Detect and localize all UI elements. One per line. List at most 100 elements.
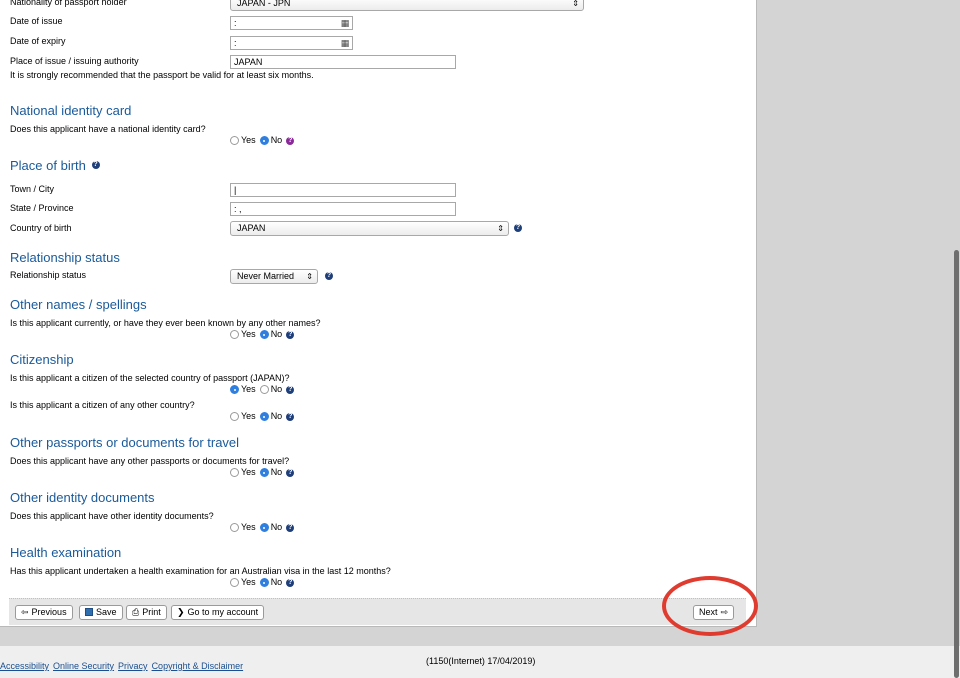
no-label: No [270,135,283,145]
footer-link-accessibility[interactable]: Accessibility [0,661,49,671]
select-arrows-icon: ⇕ [497,224,504,233]
nationality-label: Nationality of passport holder [10,0,127,7]
other-passports-heading: Other passports or documents for travel [10,435,240,450]
national-id-heading: National identity card [10,103,132,118]
no-label: No [270,411,283,421]
help-icon[interactable]: ? [286,330,295,339]
other-names-heading: Other names / spellings [10,297,147,312]
print-button[interactable]: ⎙ Print [126,605,167,620]
no-label: No [270,577,283,587]
help-icon[interactable]: ? [325,272,333,280]
state-label: State / Province [10,203,74,213]
citizenship-2-radio-group: Yes No ? [230,411,295,422]
previous-label: Previous [31,607,67,617]
relationship-label: Relationship status [10,270,87,280]
chevron-right-icon: ❯ [177,607,185,617]
citizenship-question-2: Is this applicant a citizen of any other… [10,400,195,410]
relationship-select[interactable]: Never Married ⇕ [230,269,318,284]
country-of-birth-select[interactable]: JAPAN ⇕ [230,221,509,236]
highlight-circle [662,576,758,636]
health-question: Has this applicant undertaken a health e… [10,566,391,576]
town-label: Town / City [10,184,55,194]
previous-button[interactable]: ⇦ Previous [15,605,73,620]
other-identity-radio-group: Yes No ? [230,522,295,533]
citizenship-2-yes-radio[interactable] [230,412,239,421]
account-label: Go to my account [187,607,259,617]
place-of-issue-value: JAPAN [234,57,263,67]
state-value: : , [234,204,242,214]
help-icon[interactable]: ? [286,136,295,145]
no-label: No [270,467,283,477]
no-label: No [270,329,283,339]
date-of-expiry-label: Date of expiry [10,36,66,46]
citizenship-1-yes-radio[interactable] [230,385,239,394]
date-of-expiry-value: : [234,38,237,48]
town-field[interactable]: | [230,183,456,197]
citizenship-1-radio-group: Yes No ? [230,384,295,395]
nationality-select[interactable]: JAPAN - JPN ⇕ [230,0,584,11]
print-label: Print [142,607,161,617]
yes-label: Yes [241,329,256,339]
other-identity-question: Does this applicant have other identity … [10,511,214,521]
footer-link-online-security[interactable]: Online Security [53,661,114,671]
place-of-issue-field[interactable]: JAPAN [230,55,456,69]
printer-icon: ⎙ [132,607,140,617]
citizenship-question-1: Is this applicant a citizen of the selec… [10,373,290,383]
national-id-question: Does this applicant have a national iden… [10,124,206,134]
date-of-issue-value: : [234,18,237,28]
go-to-account-button[interactable]: ❯ Go to my account [171,605,265,620]
save-button[interactable]: Save [79,605,123,620]
other-passports-no-radio[interactable] [259,468,269,477]
yes-label: Yes [241,522,256,532]
yes-label: Yes [241,411,256,421]
yes-label: Yes [241,467,256,477]
date-of-issue-field[interactable]: : ▦ [230,16,353,30]
form-toolbar: ⇦ Previous Save ⎙ Print ❯ Go to my account … [9,598,746,625]
other-names-question: Is this applicant currently, or have the… [10,318,321,328]
help-icon[interactable]: ? [286,412,295,421]
other-names-no-radio[interactable] [259,330,269,339]
help-icon[interactable]: ? [91,161,100,169]
place-of-issue-label: Place of issue / issuing authority [10,56,139,66]
help-icon[interactable]: ? [286,578,295,587]
help-icon[interactable]: ? [286,523,295,532]
scrollbar-thumb[interactable] [954,250,959,678]
national-id-yes-radio[interactable] [230,136,239,145]
date-of-expiry-field[interactable]: : ▦ [230,36,353,50]
help-icon[interactable]: ? [286,468,295,477]
citizenship-2-no-radio[interactable] [259,412,269,421]
yes-label: Yes [241,135,256,145]
other-identity-no-radio[interactable] [259,523,269,532]
other-passports-radio-group: Yes No ? [230,467,295,478]
no-label: No [270,522,283,532]
other-identity-heading: Other identity documents [10,490,155,505]
national-id-no-radio[interactable] [259,136,269,145]
state-field[interactable]: : , [230,202,456,216]
citizenship-heading: Citizenship [10,352,74,367]
other-identity-yes-radio[interactable] [230,523,239,532]
floppy-disk-icon [85,608,93,616]
other-names-yes-radio[interactable] [230,330,239,339]
build-info: (1150(Internet) 17/04/2019) [426,656,536,666]
other-passports-question: Does this applicant have any other passp… [10,456,290,466]
other-passports-yes-radio[interactable] [230,468,239,477]
health-yes-radio[interactable] [230,578,239,587]
footer-link-privacy[interactable]: Privacy [118,661,148,671]
calendar-icon[interactable]: ▦ [340,38,350,48]
health-no-radio[interactable] [259,578,269,587]
footer-links: Accessibility Online Security Privacy Copyr… [0,656,247,674]
health-heading: Health examination [10,545,122,560]
save-label: Save [96,607,117,617]
other-names-radio-group: Yes No ? [230,329,295,340]
yes-label: Yes [241,384,256,394]
help-icon[interactable]: ? [286,385,295,394]
country-of-birth-value: JAPAN [237,223,266,233]
passport-validity-note: It is strongly recommended that the pass… [10,70,314,80]
select-arrows-icon: ⇕ [306,272,313,281]
help-icon[interactable]: ? [514,224,522,232]
calendar-icon[interactable]: ▦ [340,18,350,28]
footer-link-copyright[interactable]: Copyright & Disclaimer [152,661,244,671]
citizenship-1-no-radio[interactable] [259,385,269,394]
health-radio-group: Yes No ? [230,577,295,588]
form-panel [0,0,757,627]
